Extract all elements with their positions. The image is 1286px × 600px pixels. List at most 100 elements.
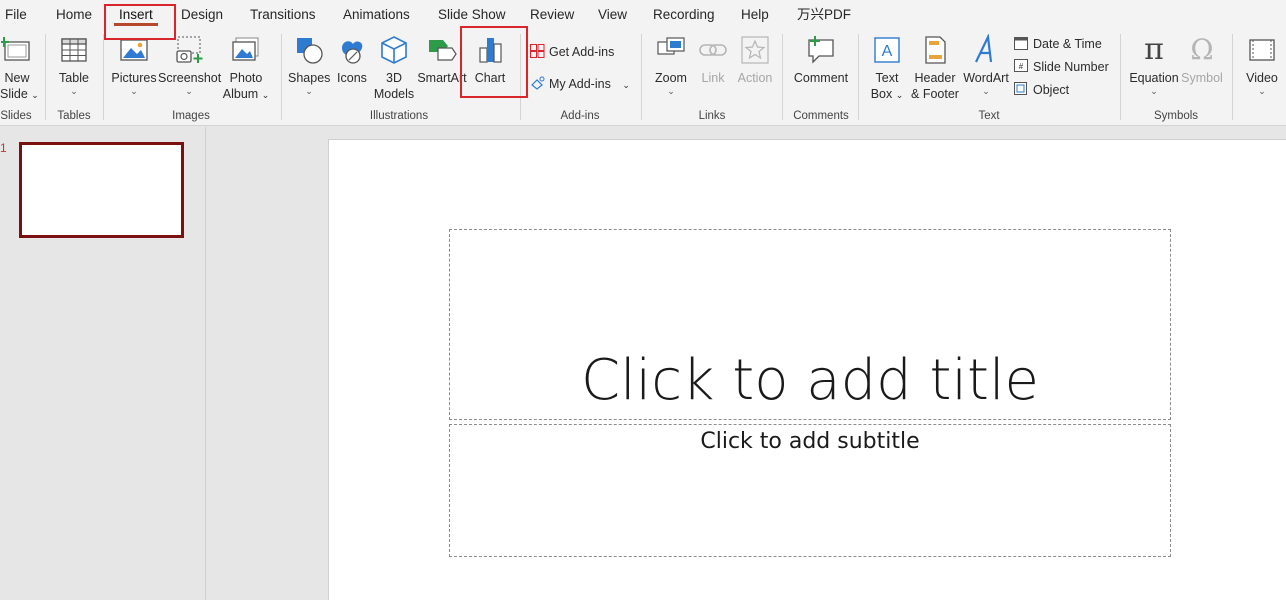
menu-bar: File Home Insert Design Transitions Anim… [0, 0, 1286, 30]
screenshot-button[interactable]: Screenshot ⌄ [158, 34, 222, 96]
text-box-button[interactable]: A Text Box ⌄ [866, 34, 908, 103]
action-label: Action [737, 71, 773, 85]
group-label-links: Links [698, 110, 726, 122]
my-addins-button[interactable]: My Add-ins ⌄ [530, 74, 630, 94]
omega-icon: Ω [1190, 33, 1214, 66]
slide-number-button[interactable]: # Slide Number [1014, 57, 1109, 77]
tab-design[interactable]: Design [181, 0, 223, 30]
slide-canvas: Click to add title Click to add subtitle [328, 139, 1286, 600]
pictures-button[interactable]: Pictures ⌄ [110, 34, 158, 96]
cube-icon [378, 34, 410, 66]
header-footer-icon [919, 34, 951, 66]
table-label: Table [59, 71, 89, 85]
chevron-down-icon: ⌄ [622, 80, 630, 90]
addin-icon [530, 76, 545, 90]
icons-icon [336, 34, 368, 66]
svg-text:#: # [1019, 62, 1024, 71]
svg-text:A: A [882, 43, 893, 60]
chevron-down-icon: ⌄ [667, 86, 675, 96]
equation-button[interactable]: π Equation ⌄ [1128, 34, 1180, 97]
get-addins-button[interactable]: Get Add-ins [530, 42, 614, 62]
new-slide-label-1: New [4, 71, 30, 85]
my-addins-label: My Add-ins [549, 77, 611, 91]
separator [520, 34, 521, 120]
pictures-icon [118, 34, 150, 66]
slide-thumbnail[interactable] [19, 142, 184, 238]
group-label-images: Images [172, 110, 210, 122]
chevron-down-icon: ⌄ [1258, 86, 1266, 96]
3d-models-label-1: 3D [386, 71, 402, 85]
screenshot-label: Screenshot [158, 71, 222, 85]
icons-label: Icons [337, 71, 367, 85]
video-button[interactable]: Video ⌄ [1242, 34, 1282, 96]
group-label-comments: Comments [793, 110, 849, 122]
tab-file[interactable]: File [5, 0, 27, 30]
tab-insert[interactable]: Insert [114, 0, 158, 30]
symbol-button[interactable]: Ω Symbol [1180, 34, 1224, 86]
tab-wanxing-pdf[interactable]: 万兴PDF [797, 0, 851, 30]
video-label: Video [1246, 71, 1278, 85]
chart-button[interactable]: Chart [468, 34, 512, 86]
object-label: Object [1033, 83, 1070, 97]
separator [45, 34, 46, 120]
star-icon [739, 34, 771, 66]
tab-view[interactable]: View [598, 0, 627, 30]
new-slide-button[interactable]: New Slide ⌄ [0, 34, 39, 103]
shapes-icon [293, 34, 325, 66]
slide-thumbnails-pane: 1 [0, 127, 206, 600]
slide-number-icon: # [1014, 59, 1029, 73]
chevron-down-icon: ⌄ [982, 86, 990, 96]
photo-album-button[interactable]: Photo Album ⌄ [220, 34, 272, 103]
group-label-tables: Tables [57, 110, 91, 122]
tab-home[interactable]: Home [56, 0, 92, 30]
action-button[interactable]: Action [734, 34, 776, 86]
title-placeholder[interactable]: Click to add title [449, 229, 1171, 420]
object-icon [1014, 82, 1029, 96]
separator [858, 34, 859, 120]
chevron-down-icon: ⌄ [130, 86, 138, 96]
3d-models-button[interactable]: 3D Models [372, 34, 416, 102]
comment-label: Comment [793, 71, 849, 85]
text-box-label-2: Box [870, 87, 893, 101]
comment-button[interactable]: Comment [792, 34, 850, 86]
wordart-button[interactable]: WordArt ⌄ [962, 33, 1010, 96]
photo-album-label-1: Photo [229, 71, 263, 85]
subtitle-placeholder[interactable]: Click to add subtitle [449, 424, 1171, 557]
subtitle-placeholder-text: Click to add subtitle [700, 429, 920, 454]
chevron-down-icon: ⌄ [185, 86, 193, 96]
screenshot-icon [173, 34, 205, 66]
comment-icon [805, 34, 837, 66]
slide-number: 1 [0, 141, 7, 155]
3d-models-label-2: Models [373, 87, 415, 101]
icons-button[interactable]: Icons [332, 34, 372, 86]
object-button[interactable]: Object [1014, 80, 1069, 100]
date-time-button[interactable]: Date & Time [1014, 34, 1102, 54]
chart-label: Chart [474, 71, 506, 85]
get-addins-label: Get Add-ins [549, 45, 615, 59]
symbol-label: Symbol [1181, 71, 1223, 85]
tab-recording[interactable]: Recording [653, 0, 715, 30]
smartart-button[interactable]: SmartArt [416, 34, 468, 86]
video-icon [1246, 34, 1278, 66]
link-button[interactable]: Link [694, 34, 732, 86]
group-label-text: Text [978, 110, 1000, 122]
zoom-button[interactable]: Zoom ⌄ [650, 34, 692, 96]
shapes-button[interactable]: Shapes ⌄ [288, 34, 330, 96]
calendar-icon [1014, 36, 1029, 50]
tab-review[interactable]: Review [530, 0, 574, 30]
photo-album-label-2: Album [222, 87, 259, 101]
title-placeholder-text: Click to add title [581, 348, 1039, 413]
pictures-label: Pictures [111, 71, 157, 85]
chevron-down-icon: ⌄ [1150, 86, 1158, 96]
tab-slide-show[interactable]: Slide Show [438, 0, 506, 30]
separator [1232, 34, 1233, 120]
separator [103, 34, 104, 120]
tab-transitions[interactable]: Transitions [250, 0, 316, 30]
tab-help[interactable]: Help [741, 0, 769, 30]
photo-album-icon [230, 34, 262, 66]
group-label-addins: Add-ins [560, 110, 600, 122]
tab-animations[interactable]: Animations [343, 0, 410, 30]
table-button[interactable]: Table ⌄ [53, 34, 95, 96]
header-footer-button[interactable]: Header & Footer [908, 34, 962, 102]
shapes-label: Shapes [288, 71, 331, 85]
